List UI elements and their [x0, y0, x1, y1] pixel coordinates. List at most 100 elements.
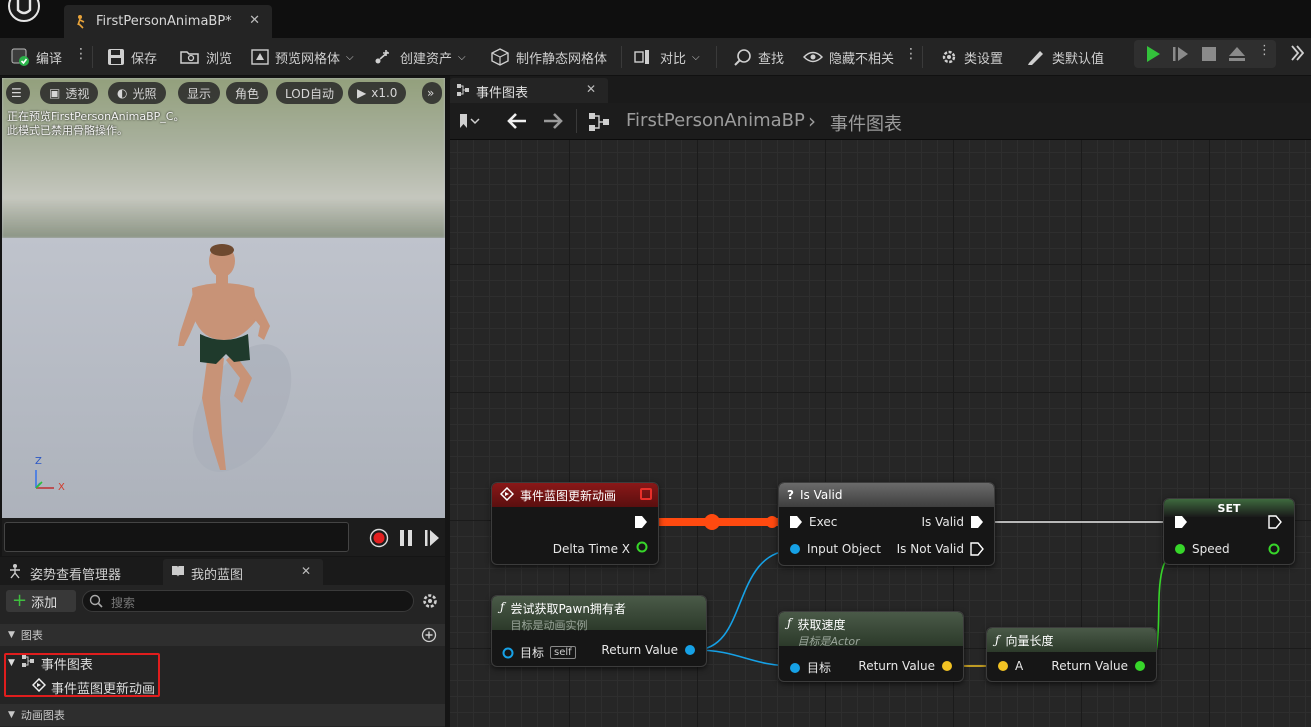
compile-label: 编译: [36, 51, 63, 67]
create-asset-button[interactable]: 创建资产 ⌵: [374, 44, 466, 70]
gear-icon[interactable]: [421, 592, 439, 614]
node-set-speed[interactable]: SET Speed: [1163, 498, 1295, 565]
character-label: 角色: [235, 86, 260, 101]
close-icon[interactable]: ✕: [301, 564, 311, 578]
compile-button[interactable]: 编译: [10, 44, 62, 70]
preview-mesh-label: 预览网格体: [275, 51, 341, 67]
pin-target[interactable]: 目标 self: [502, 644, 576, 661]
exec-pin-icon: [790, 516, 802, 528]
save-button[interactable]: 保存: [107, 44, 157, 70]
viewport-more-button[interactable]: »: [422, 82, 442, 104]
pin-is-not-valid[interactable]: Is Not Valid: [897, 542, 984, 556]
close-icon[interactable]: ✕: [249, 13, 260, 28]
pause-icon[interactable]: [398, 529, 414, 551]
browse-button[interactable]: 浏览: [180, 44, 232, 70]
speed-label: x1.0: [371, 86, 398, 100]
double-chevron-icon: »: [427, 86, 435, 100]
pin-return-value[interactable]: Return Value: [858, 659, 953, 673]
hide-unrelated-button[interactable]: 隐藏不相关: [803, 44, 894, 70]
event-graph-canvas[interactable]: 事件蓝图更新动画 Delta Time X ? Is Valid Exec In…: [450, 140, 1311, 727]
unreal-logo-icon[interactable]: [6, 0, 46, 28]
perspective-label: 透视: [65, 86, 90, 101]
highlight-annotation-box: [4, 653, 160, 697]
add-button[interactable]: + 添加: [6, 590, 76, 612]
pin-input-object[interactable]: Input Object: [789, 542, 881, 556]
delegate-pin-icon[interactable]: [640, 488, 652, 500]
pin-delta-time-label: Delta Time X: [552, 541, 630, 556]
document-tab[interactable]: FirstPersonAnimaBP* ✕: [64, 5, 272, 38]
add-graph-icon[interactable]: [421, 627, 437, 647]
section-graphs[interactable]: ▼ 图表: [0, 624, 445, 646]
node-vector-length[interactable]: ƒ 向量长度 A Return Value: [986, 627, 1157, 682]
make-static-mesh-label: 制作静态网格体: [516, 51, 608, 67]
axis-x-label: X: [58, 482, 65, 493]
viewport-menu-button[interactable]: ☰: [6, 82, 30, 104]
preview-viewport[interactable]: Z X ☰ ▣ 透视 ◐ 光照 显示 角色 LOD自动 ▶ x1.0 » 正在预览Fi…: [2, 78, 445, 518]
make-static-mesh-button[interactable]: 制作静态网格体: [490, 44, 607, 70]
pin-target[interactable]: 目标: [789, 659, 831, 676]
exec-out-pin[interactable]: [634, 515, 648, 533]
save-icon: [108, 49, 124, 65]
lod-button[interactable]: LOD自动: [276, 82, 343, 104]
axis-gizmo: [35, 470, 54, 489]
class-settings-button[interactable]: 类设置: [940, 44, 1003, 70]
breadcrumb-root[interactable]: FirstPersonAnimaBP: [626, 110, 805, 131]
forward-arrow-icon[interactable]: [542, 112, 564, 134]
anim-blueprint-icon: [74, 13, 90, 33]
graph-tab-label: 事件图表: [476, 86, 529, 101]
pin-return-value[interactable]: Return Value: [1051, 659, 1146, 673]
section-anim-graphs[interactable]: ▼ 动画图表: [0, 704, 445, 726]
exec-out-pin[interactable]: [1268, 515, 1282, 533]
node-is-valid[interactable]: ? Is Valid Exec Input Object Is Valid Is…: [778, 482, 995, 566]
overflow-icon[interactable]: [1290, 44, 1305, 66]
browse-label: 浏览: [206, 51, 233, 67]
pin-return-value[interactable]: Return Value: [601, 643, 696, 657]
close-icon[interactable]: ✕: [586, 82, 596, 96]
show-button[interactable]: 显示: [178, 82, 221, 104]
character-button[interactable]: 角色: [226, 82, 269, 104]
exec-in-pin[interactable]: [1174, 515, 1188, 533]
search-input[interactable]: 搜索: [82, 590, 414, 612]
folder-search-icon: [180, 51, 199, 64]
pin-return-label: Return Value: [1051, 659, 1128, 673]
pin-delta-time[interactable]: Delta Time X: [553, 541, 648, 556]
float-pin-icon: [636, 541, 648, 556]
node-get-velocity[interactable]: ƒ 获取速度 目标是Actor 目标 Return Value: [778, 611, 964, 682]
timeline-scrubber[interactable]: [4, 522, 349, 552]
float-pin-icon[interactable]: [1268, 543, 1280, 559]
play-controls: ⋮: [1134, 40, 1276, 68]
cube-icon: ▣: [49, 86, 61, 100]
pin-speed-in[interactable]: Speed: [1174, 542, 1230, 556]
step-forward-icon[interactable]: [424, 529, 440, 551]
play-options-icon[interactable]: ⋮: [1258, 43, 1271, 58]
info-line-1: 正在预览FirstPersonAnimaBP_C。: [7, 110, 185, 123]
pin-exec-in[interactable]: Exec: [789, 515, 837, 529]
breadcrumb-leaf[interactable]: 事件图表: [830, 110, 902, 136]
pin-a[interactable]: A: [997, 659, 1023, 673]
class-defaults-button[interactable]: 类默认值: [1026, 44, 1104, 70]
preview-mesh-button[interactable]: 预览网格体 ⌵: [251, 44, 354, 70]
tab-my-blueprint[interactable]: 我的蓝图 ✕: [163, 559, 323, 585]
more-options-icon[interactable]: ⋮: [904, 46, 918, 62]
perspective-button[interactable]: ▣ 透视: [40, 82, 99, 104]
tab-pose-watch[interactable]: 姿势查看管理器: [0, 557, 160, 585]
play-icon[interactable]: [1144, 45, 1162, 67]
stop-icon[interactable]: [1200, 45, 1218, 67]
lit-button[interactable]: ◐ 光照: [108, 82, 166, 104]
save-label: 保存: [131, 51, 158, 67]
pin-a-label: A: [1015, 659, 1024, 673]
bookmark-icon[interactable]: [458, 113, 480, 133]
playback-speed-button[interactable]: ▶ x1.0: [348, 82, 407, 104]
diff-button[interactable]: 对比 ⌵: [634, 44, 700, 70]
find-button[interactable]: 查找: [734, 44, 784, 70]
node-try-get-pawn-owner[interactable]: ƒ 尝试获取Pawn拥有者 目标是动画实例 目标 self Return Val…: [491, 595, 707, 667]
node-event-update-animation[interactable]: 事件蓝图更新动画 Delta Time X: [491, 482, 659, 565]
back-arrow-icon[interactable]: [506, 112, 528, 134]
eject-icon[interactable]: [1228, 45, 1246, 67]
tab-event-graph[interactable]: 事件图表 ✕: [450, 78, 608, 103]
pin-is-valid[interactable]: Is Valid: [921, 515, 984, 529]
step-icon[interactable]: [1172, 45, 1190, 67]
compile-options-icon[interactable]: ⋮: [74, 46, 88, 62]
chevron-down-icon: ⌵: [692, 51, 700, 63]
record-icon[interactable]: [369, 528, 389, 552]
